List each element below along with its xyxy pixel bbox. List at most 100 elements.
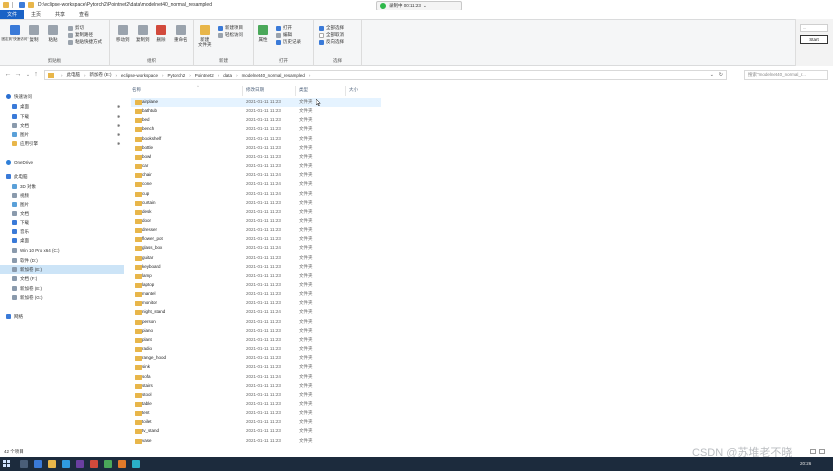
folder-row[interactable]: bookshelf 2021-01-11 11:23 文件夹 <box>131 135 381 144</box>
column-divider[interactable] <box>345 86 346 96</box>
tab-home[interactable]: 主页 <box>24 10 48 19</box>
cut-button[interactable]: 剪切 <box>68 25 84 31</box>
folder-row[interactable]: stairs 2021-01-11 11:23 文件夹 <box>131 382 381 391</box>
folder-row[interactable]: bottle 2021-01-11 11:23 文件夹 <box>131 144 381 153</box>
copy-path-button[interactable]: 复制路径 <box>68 32 93 38</box>
folder-row[interactable]: car 2021-01-11 11:23 文件夹 <box>131 162 381 171</box>
tab-share[interactable]: 共享 <box>48 10 72 19</box>
sidebar-item[interactable]: 此电脑 <box>0 172 124 181</box>
folder-row[interactable]: desk 2021-01-11 11:23 文件夹 <box>131 208 381 217</box>
folder-row[interactable]: bed 2021-01-11 11:23 文件夹 <box>131 116 381 125</box>
sidebar-item[interactable]: 桌面 ✱ <box>0 102 124 111</box>
tab-file[interactable]: 文件 <box>0 10 25 19</box>
sidebar-item[interactable]: 下载 <box>0 218 124 227</box>
folder-row[interactable]: glass_box 2021-01-11 11:24 文件夹 <box>131 244 381 253</box>
folder-row[interactable]: door 2021-01-11 11:23 文件夹 <box>131 217 381 226</box>
folder-row[interactable]: person 2021-01-11 11:23 文件夹 <box>131 318 381 327</box>
select-none-button[interactable]: 全部取消 <box>319 32 344 38</box>
paste-shortcut-button[interactable]: 粘贴快捷方式 <box>68 39 102 45</box>
app-taskbar-icon[interactable] <box>104 460 112 468</box>
folder-row[interactable]: laptop 2021-01-11 11:23 文件夹 <box>131 281 381 290</box>
eclipse-taskbar-icon[interactable] <box>76 460 84 468</box>
folder-row[interactable]: sofa 2021-01-11 11:24 文件夹 <box>131 373 381 382</box>
folder-row[interactable]: vase 2021-01-11 11:23 文件夹 <box>131 437 381 446</box>
breadcrumb-this-pc[interactable]: 此电脑 <box>67 72 81 78</box>
column-header-name[interactable]: 名称 <box>132 87 141 95</box>
folder-row[interactable]: toilet 2021-01-11 11:23 文件夹 <box>131 418 381 427</box>
folder-row[interactable]: tent 2021-01-11 11:23 文件夹 <box>131 409 381 418</box>
sidebar-item[interactable]: 软件 (D:) <box>0 256 124 265</box>
side-field[interactable]: ... <box>800 24 828 32</box>
sidebar-item[interactable]: 文档 (F:) <box>0 274 124 283</box>
column-divider[interactable] <box>242 86 243 96</box>
copy-button[interactable]: 复制 <box>29 25 39 43</box>
tab-view[interactable]: 查看 <box>72 10 96 19</box>
breadcrumb-data[interactable]: data <box>223 73 232 78</box>
sidebar-item[interactable]: 新加卷 (E:) <box>0 284 124 293</box>
search-taskbar-icon[interactable] <box>20 460 28 468</box>
column-header-size[interactable]: 大小 <box>349 87 358 95</box>
column-divider[interactable] <box>295 86 296 96</box>
sidebar-item[interactable]: 图片 ✱ <box>0 130 124 139</box>
app-taskbar-icon[interactable] <box>90 460 98 468</box>
open-button[interactable]: 打开 <box>276 25 292 31</box>
recent-locations-icon[interactable]: ⌄ <box>24 71 32 79</box>
start-button[interactable]: Start <box>800 35 828 44</box>
folder-row[interactable]: keyboard 2021-01-11 11:23 文件夹 <box>131 263 381 272</box>
sidebar-item[interactable]: 新加卷 (G:) <box>0 293 124 302</box>
select-all-button[interactable]: 全部选择 <box>319 25 344 31</box>
invert-selection-button[interactable]: 反向选择 <box>319 39 344 45</box>
pin-icon[interactable]: ✱ <box>117 132 120 137</box>
folder-row[interactable]: plant 2021-01-11 11:23 文件夹 <box>131 336 381 345</box>
pin-quick-access-button[interactable]: 固定到"快速访问" <box>2 25 29 42</box>
file-explorer-taskbar-icon[interactable] <box>48 460 56 468</box>
delete-button[interactable]: 删除 <box>156 25 166 43</box>
sidebar-item[interactable]: 文档 <box>0 209 124 218</box>
sidebar-item[interactable]: 3D 对象 <box>0 182 124 191</box>
back-arrow-icon[interactable]: ← <box>4 71 12 79</box>
sidebar-item[interactable]: 快速访问 <box>0 92 124 101</box>
breadcrumb-current-folder[interactable]: modelnet40_normal_resampled <box>242 73 305 78</box>
app-taskbar-icon[interactable] <box>132 460 140 468</box>
pin-icon[interactable]: ✱ <box>117 123 120 128</box>
folder-row[interactable]: chair 2021-01-11 11:24 文件夹 <box>131 171 381 180</box>
folder-row[interactable]: bathtub 2021-01-11 11:23 文件夹 <box>131 107 381 116</box>
folder-row[interactable]: guitar 2021-01-11 11:23 文件夹 <box>131 254 381 263</box>
folder-row[interactable]: stool 2021-01-11 11:23 文件夹 <box>131 391 381 400</box>
folder-row[interactable]: night_stand 2021-01-11 11:24 文件夹 <box>131 308 381 317</box>
sidebar-item[interactable]: 新加卷 (E:) <box>0 265 124 274</box>
windows-start-icon[interactable] <box>3 460 11 468</box>
folder-row[interactable]: table 2021-01-11 11:23 文件夹 <box>131 400 381 409</box>
history-button[interactable]: 历史记录 <box>276 39 301 45</box>
folder-row[interactable]: radio 2021-01-11 11:23 文件夹 <box>131 345 381 354</box>
copy-to-button[interactable]: 复制到 <box>136 25 150 43</box>
folder-row[interactable]: bench 2021-01-11 11:23 文件夹 <box>131 125 381 134</box>
sidebar-item[interactable]: 文档 ✱ <box>0 121 124 130</box>
move-to-button[interactable]: 移动到 <box>116 25 130 43</box>
sidebar-item[interactable]: 图片 <box>0 200 124 209</box>
edge-taskbar-icon[interactable] <box>62 460 70 468</box>
new-folder-button[interactable]: 新建 文件夹 <box>198 25 212 47</box>
folder-row[interactable]: bowl 2021-01-11 11:23 文件夹 <box>131 153 381 162</box>
breadcrumb-workspace[interactable]: eclipse-workspace <box>121 73 158 78</box>
new-item-button[interactable]: 新建项目 <box>218 25 243 31</box>
column-header-date[interactable]: 修改日期 <box>246 87 264 95</box>
breadcrumb-pointnet2[interactable]: Pointnet2 <box>195 73 214 78</box>
sidebar-item[interactable]: OneDrive <box>0 158 124 167</box>
large-icons-view-icon[interactable] <box>819 449 825 454</box>
refresh-icon[interactable]: ↻ <box>719 72 723 78</box>
new-folder-quick-icon[interactable] <box>28 2 34 8</box>
folder-row[interactable]: monitor 2021-01-11 11:23 文件夹 <box>131 299 381 308</box>
address-bar[interactable]: › 此电脑 › 新加卷 (E:) › eclipse-workspace › P… <box>44 70 727 80</box>
easy-access-button[interactable]: 轻松访问 <box>218 32 243 38</box>
folder-row[interactable]: lamp 2021-01-11 11:23 文件夹 <box>131 272 381 281</box>
folder-row[interactable]: piano 2021-01-11 11:23 文件夹 <box>131 327 381 336</box>
folder-row[interactable]: tv_stand 2021-01-11 11:23 文件夹 <box>131 427 381 436</box>
breadcrumb-pytorch2[interactable]: Pytorch2 <box>168 73 186 78</box>
sidebar-item[interactable]: 视频 <box>0 191 124 200</box>
properties-quick-icon[interactable] <box>19 2 25 8</box>
chevron-down-icon[interactable]: ⌄ <box>710 72 714 78</box>
pin-icon[interactable]: ✱ <box>117 141 120 146</box>
folder-row[interactable]: airplane 2021-01-11 11:23 文件夹 <box>131 98 381 107</box>
folder-row[interactable]: flower_pot 2021-01-11 11:23 文件夹 <box>131 235 381 244</box>
